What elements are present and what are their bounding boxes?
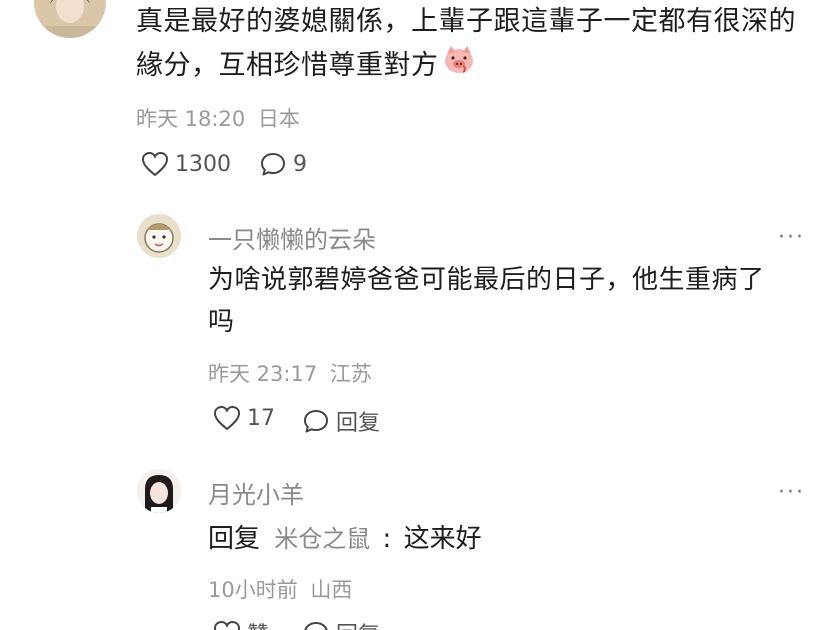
reply1-reply-button[interactable]: 回复	[302, 405, 380, 437]
comment-bubble-icon	[304, 410, 328, 433]
reply1-text-line2: 吗	[208, 307, 235, 337]
reply2-mention[interactable]: 米仓之鼠	[274, 525, 370, 553]
reply2-separator: :	[382, 524, 392, 554]
comment-text-line1: 真是最好的婆媳關係，上輩子跟這輩子一定都有很深的	[136, 6, 796, 37]
comment-meta: 昨天 18:20 日本	[136, 103, 300, 133]
reply2-more-button[interactable]: ···	[778, 482, 805, 504]
reply2-avatar[interactable]	[137, 469, 181, 513]
like-count: 1300	[175, 151, 231, 177]
reply2-location: 山西	[310, 578, 353, 602]
comment-text-line2-content: 緣分，互相珍惜尊重對方	[136, 50, 439, 81]
heart-icon	[213, 405, 241, 431]
commenter-avatar[interactable]	[34, 0, 106, 38]
comment-text-line2: 緣分，互相珍惜尊重對方	[136, 44, 475, 88]
comment-thread: 真是最好的婆媳關係，上輩子跟這輩子一定都有很深的 緣分，互相珍惜尊重對方 昨天 …	[0, 0, 818, 630]
heart-icon	[213, 620, 241, 630]
avatar-portrait-icon	[34, 0, 106, 38]
heart-icon	[141, 151, 169, 177]
like-button[interactable]: 1300	[141, 151, 231, 177]
reply1-meta: 昨天 23:17 江苏	[208, 358, 372, 388]
reply1-username[interactable]: 一只懒懒的云朵	[208, 220, 376, 255]
reply2-content: 这来好	[403, 524, 482, 554]
reply-count-button[interactable]: 9	[259, 151, 307, 177]
reply2-reply-label: 回复	[336, 617, 380, 630]
reply2-meta: 10小时前 山西	[208, 574, 352, 604]
comment-time: 昨天 18:20	[136, 107, 246, 131]
reply1-text-line1: 为啥说郭碧婷爸爸可能最后的日子，他生重病了	[208, 265, 765, 295]
reply2-text: 回复 米仓之鼠 : 这来好	[208, 518, 482, 555]
reply1-like-button[interactable]: 17	[213, 405, 275, 431]
avatar-portrait-icon	[137, 469, 181, 513]
pig-face-icon	[443, 44, 475, 88]
reply1-location: 江苏	[329, 362, 372, 386]
comment-location: 日本	[257, 107, 300, 131]
avatar-cartoon-icon	[137, 214, 181, 258]
reply1-like-count: 17	[247, 405, 275, 431]
comment-bubble-icon	[304, 622, 328, 630]
reply2-reply-prefix: 回复	[208, 524, 261, 554]
reply2-time: 10小时前	[208, 578, 298, 602]
comment-bubble-icon	[261, 153, 285, 176]
reply1-avatar[interactable]	[137, 214, 181, 258]
reply2-username[interactable]: 月光小羊	[208, 475, 304, 510]
reply2-like-label: 赞	[247, 617, 269, 630]
reply1-reply-label: 回复	[336, 411, 381, 436]
reply2-reply-button[interactable]: 回复	[302, 617, 380, 630]
reply1-more-button[interactable]: ···	[778, 227, 805, 249]
reply1-time: 昨天 23:17	[208, 362, 318, 386]
reply-count: 9	[293, 151, 307, 177]
reply2-like-button[interactable]: 赞	[213, 617, 269, 630]
